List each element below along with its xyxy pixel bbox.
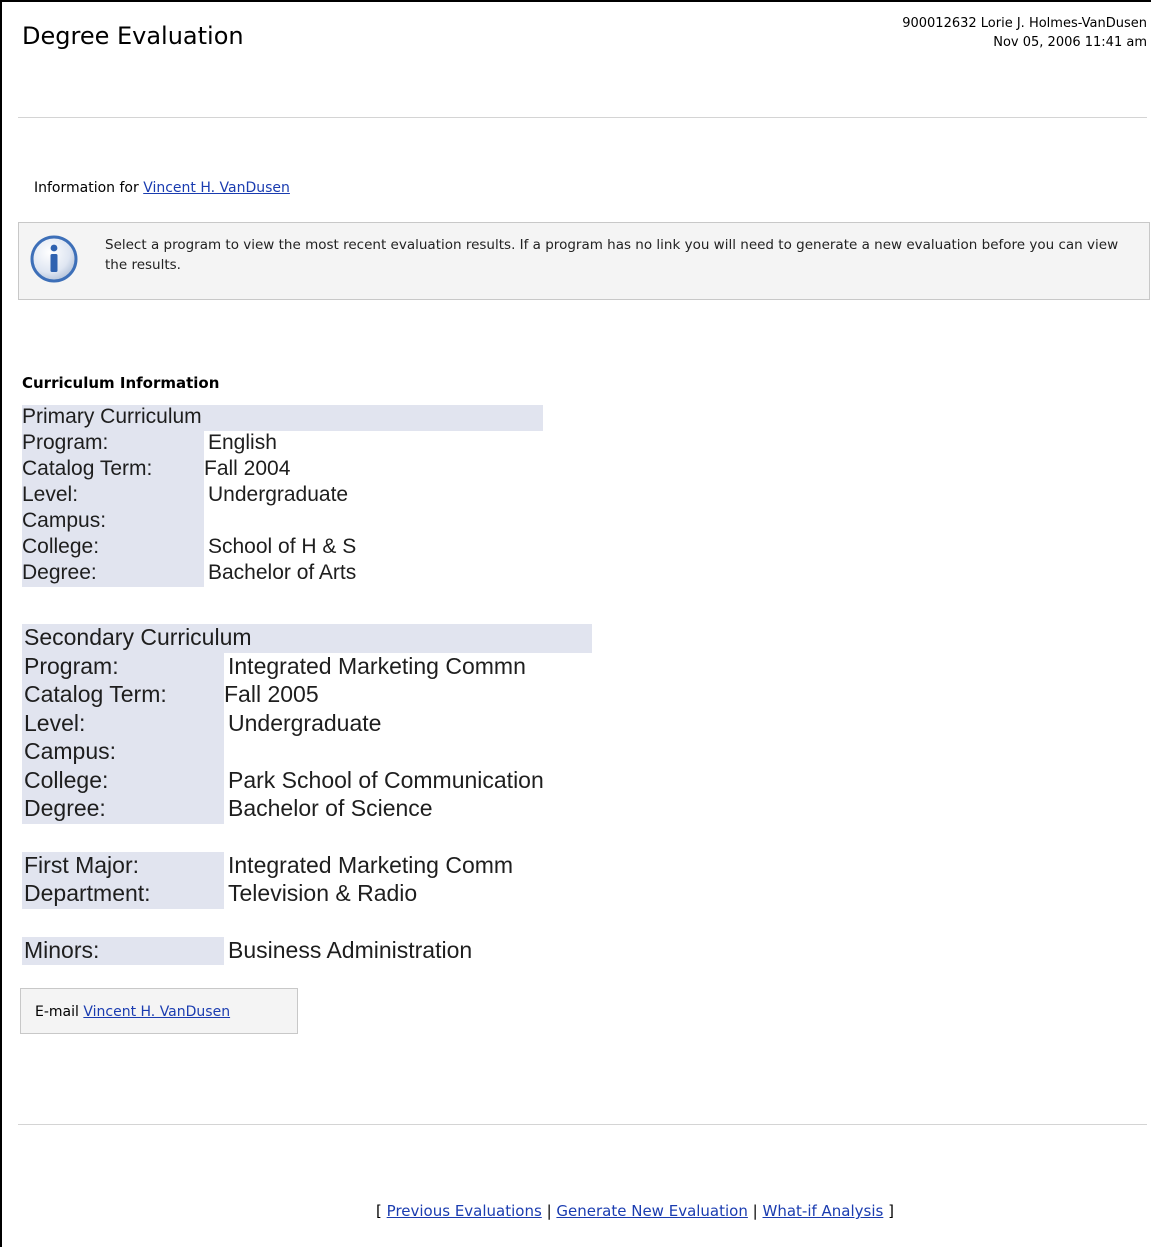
table-row: Minors: Business Administration: [22, 936, 592, 965]
page-title: Degree Evaluation: [22, 22, 244, 50]
student-name-link[interactable]: Vincent H. VanDusen: [143, 180, 290, 196]
table-row: Catalog Term: Fall 2004: [22, 457, 543, 483]
field-value: Fall 2004: [204, 457, 291, 480]
footer-divider: [18, 1124, 1147, 1125]
datetime: Nov 05, 2006 11:41 am: [993, 35, 1147, 50]
field-label: First Major:: [22, 851, 224, 880]
field-value: [204, 509, 543, 535]
field-label: Campus:: [22, 738, 224, 767]
primary-curriculum-table: Primary Curriculum Program: English Cata…: [22, 405, 543, 587]
email-student-link[interactable]: Vincent H. VanDusen: [83, 1004, 230, 1020]
table-row: Program: Integrated Marketing Commn: [22, 652, 592, 681]
field-value: Integrated Marketing Comm: [228, 851, 514, 878]
header-divider: [18, 117, 1147, 118]
table-row: First Major: Integrated Marketing Comm: [22, 851, 592, 880]
field-label: College:: [22, 766, 224, 795]
generate-new-evaluation-link[interactable]: Generate New Evaluation: [556, 1202, 747, 1220]
table-row: Level: Undergraduate: [22, 483, 543, 509]
primary-curriculum-heading: Primary Curriculum: [22, 405, 543, 431]
table-row: Level: Undergraduate: [22, 709, 592, 738]
field-value: Television & Radio: [228, 880, 418, 906]
field-value: Business Administration: [228, 936, 473, 963]
user-id-name: 900012632 Lorie J. Holmes-VanDusen: [902, 16, 1147, 31]
table-row: Department: Television & Radio: [22, 880, 592, 909]
info-for-label: Information for: [34, 180, 139, 196]
field-value: Fall 2005: [224, 681, 319, 707]
field-value: Park School of Communication: [228, 766, 544, 793]
field-label: Catalog Term:: [22, 457, 204, 483]
curriculum-section-title: Curriculum Information: [22, 374, 220, 392]
field-label: Catalog Term:: [22, 681, 224, 710]
footer-links: [ Previous Evaluations | Generate New Ev…: [0, 1202, 1151, 1220]
field-label: Level:: [22, 709, 224, 738]
notice-text: Select a program to view the most recent…: [105, 237, 1119, 273]
field-value: Undergraduate: [208, 483, 349, 506]
email-label: E-mail: [35, 1004, 79, 1020]
what-if-analysis-link[interactable]: What-if Analysis: [763, 1202, 884, 1220]
email-box: E-mail Vincent H. VanDusen: [20, 988, 298, 1034]
info-for-line: Information for Vincent H. VanDusen: [34, 180, 290, 196]
field-value: Integrated Marketing Commn: [228, 652, 526, 679]
field-value: Undergraduate: [228, 709, 382, 736]
secondary-curriculum-table: Secondary Curriculum Program: Integrated…: [22, 624, 592, 965]
info-icon: [30, 235, 78, 283]
field-label: Degree:: [22, 561, 204, 587]
table-row: Degree: Bachelor of Science: [22, 795, 592, 824]
field-label: Level:: [22, 483, 204, 509]
table-row: Campus:: [22, 509, 543, 535]
table-row: College: Park School of Communication: [22, 766, 592, 795]
field-value: [224, 738, 592, 767]
secondary-curriculum-heading: Secondary Curriculum: [22, 624, 592, 653]
field-label: Minors:: [22, 936, 224, 965]
field-value: Bachelor of Science: [228, 795, 433, 821]
table-row: Catalog Term: Fall 2005: [22, 681, 592, 710]
table-row: Program: English: [22, 431, 543, 457]
field-value: English: [208, 431, 277, 454]
field-label: Department:: [22, 880, 224, 909]
info-notice: Select a program to view the most recent…: [18, 222, 1150, 300]
table-row: College: School of H & S: [22, 535, 543, 561]
separator: |: [752, 1202, 758, 1220]
field-label: Program:: [22, 431, 204, 457]
table-row: Degree: Bachelor of Arts: [22, 561, 543, 587]
bracket-open: [: [376, 1202, 382, 1220]
field-value: Bachelor of Arts: [208, 561, 357, 584]
previous-evaluations-link[interactable]: Previous Evaluations: [387, 1202, 542, 1220]
user-info: 900012632 Lorie J. Holmes-VanDusen Nov 0…: [902, 14, 1147, 52]
field-value: School of H & S: [208, 535, 357, 558]
field-label: Campus:: [22, 509, 204, 535]
field-label: College:: [22, 535, 204, 561]
field-label: Degree:: [22, 795, 224, 824]
field-label: Program:: [22, 652, 224, 681]
separator: |: [546, 1202, 552, 1220]
bracket-close: ]: [888, 1202, 894, 1220]
table-row: Campus:: [22, 738, 592, 767]
